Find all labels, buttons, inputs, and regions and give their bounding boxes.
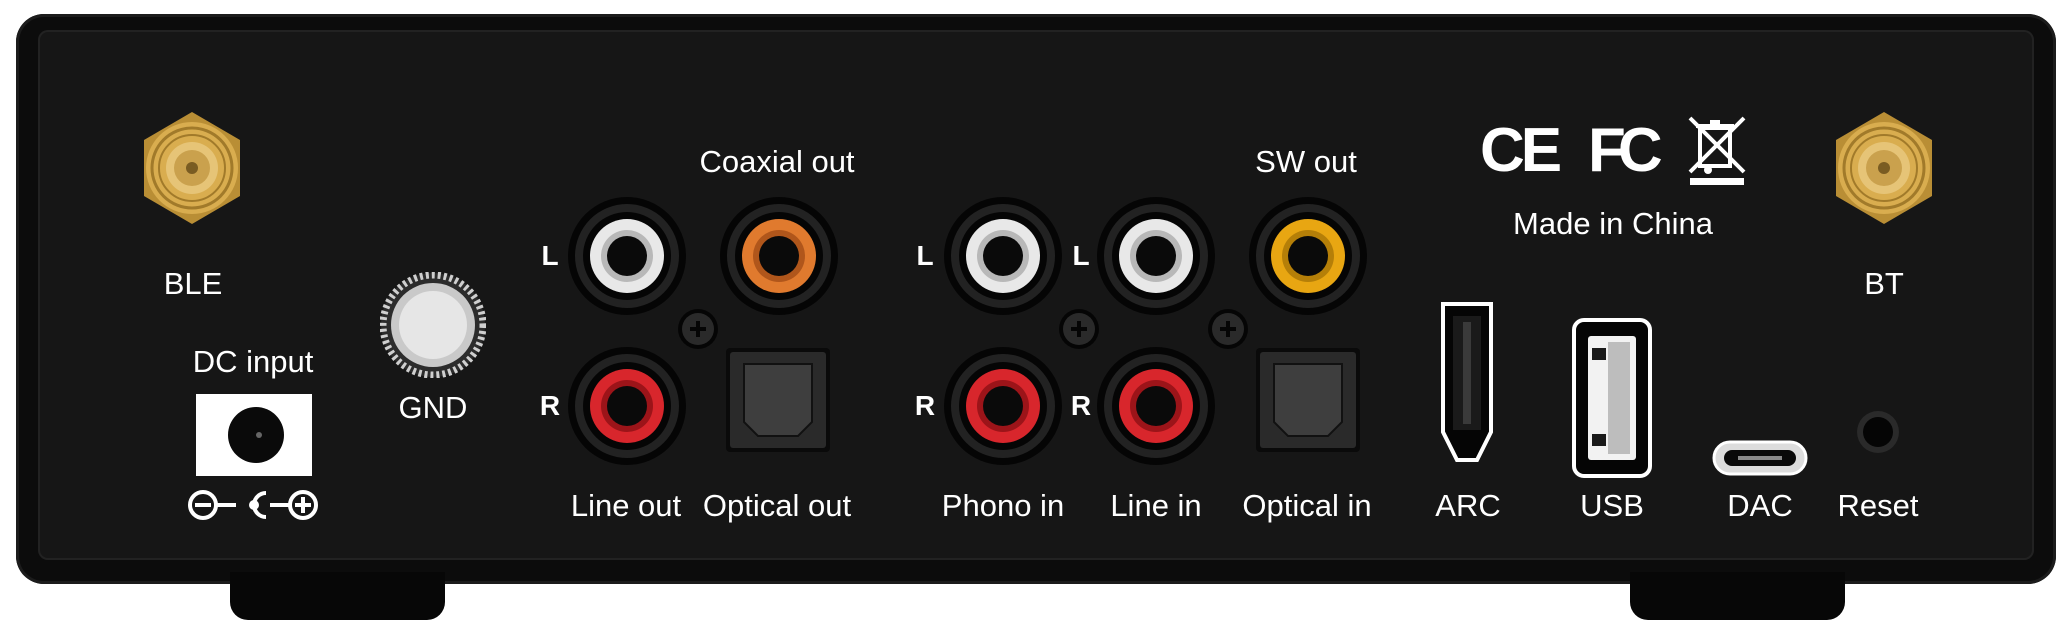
phono-in-left-rca-jack[interactable] [943,196,1063,316]
optical-in-port[interactable] [1256,348,1360,452]
ble-label: BLE [163,266,223,301]
screw-icon [1058,308,1100,350]
dc-input-jack[interactable] [196,394,312,476]
phono-in-right-channel-label: R [914,390,936,421]
line-out-right-channel-label: R [539,390,561,421]
gnd-label: GND [398,390,468,425]
phono-in-left-channel-label: L [916,240,934,271]
screw-icon [1207,308,1249,350]
right-foot [1630,572,1845,620]
fcc-mark: FC [1588,116,1663,185]
arc-label: ARC [1435,488,1501,523]
coaxial-out-rca-jack[interactable] [719,196,839,316]
screw-icon [677,308,719,350]
reset-button[interactable] [1856,410,1900,454]
line-out-label: Line out [570,488,682,523]
reset-label: Reset [1837,488,1919,523]
hdmi-arc-port[interactable] [1437,302,1497,462]
phono-in-right-rca-jack[interactable] [943,346,1063,466]
dac-label: DAC [1727,488,1793,523]
line-out-left-channel-label: L [541,240,559,271]
weee-icon [1686,114,1748,186]
line-in-label: Line in [1110,488,1202,523]
line-in-right-channel-label: R [1070,390,1092,421]
bt-label: BT [1864,266,1904,301]
dc-input-label: DC input [192,344,314,379]
phono-in-label: Phono in [941,488,1065,523]
bt-antenna-icon[interactable] [1826,110,1942,226]
ground-terminal[interactable] [380,272,486,378]
dc-polarity-icon [186,488,320,522]
optical-out-port[interactable] [726,348,830,452]
ce-mark: CE [1480,116,1562,185]
line-in-left-rca-jack[interactable] [1096,196,1216,316]
sw-out-label: SW out [1255,144,1357,179]
coaxial-out-label: Coaxial out [699,144,855,179]
line-in-left-channel-label: L [1072,240,1090,271]
usb-c-dac-port[interactable] [1712,440,1808,476]
usb-port[interactable] [1572,318,1652,478]
left-foot [230,572,445,620]
optical-in-label: Optical in [1242,488,1372,523]
made-in-label: Made in China [1513,206,1713,241]
line-out-right-rca-jack[interactable] [567,346,687,466]
optical-out-label: Optical out [702,488,852,523]
ble-antenna-icon[interactable] [134,110,250,226]
line-out-left-rca-jack[interactable] [567,196,687,316]
usb-label: USB [1580,488,1644,523]
sw-out-rca-jack[interactable] [1248,196,1368,316]
line-in-right-rca-jack[interactable] [1096,346,1216,466]
